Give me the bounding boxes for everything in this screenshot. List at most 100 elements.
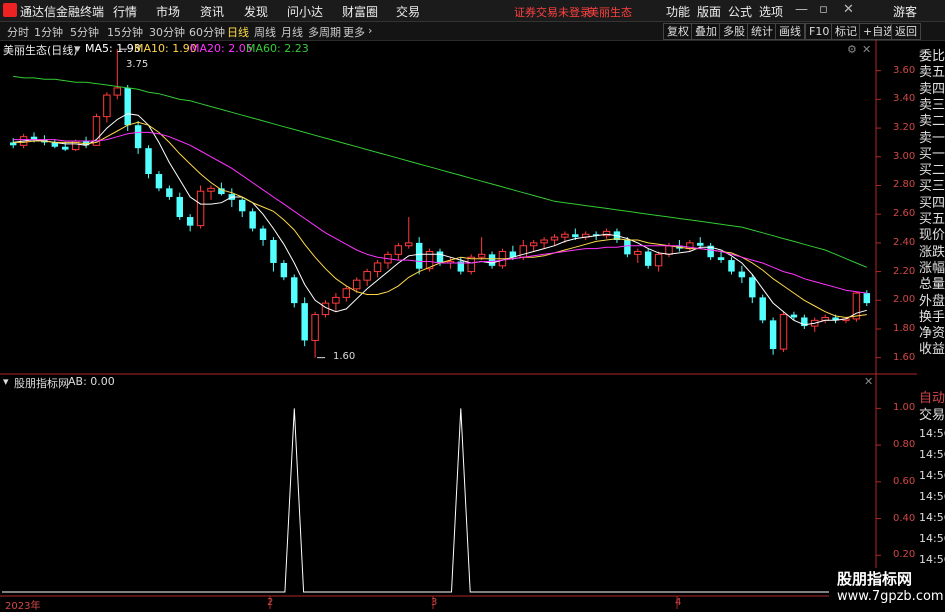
period-timeshare[interactable]: 分时	[7, 24, 29, 40]
date-label-2023: 2023年	[5, 601, 41, 612]
menu-wealth[interactable]: 财富圈	[342, 3, 378, 20]
candle-body	[238, 199, 246, 212]
candle-body	[769, 320, 777, 350]
candle-body	[654, 253, 663, 267]
kline-chart[interactable]	[0, 40, 945, 609]
mark-button[interactable]: 标记	[831, 23, 861, 40]
period-15min[interactable]: 15分钟	[107, 24, 143, 40]
high-price-label: 3.75	[126, 59, 149, 70]
menu-bar: 通达信金融终端 行情 市场 资讯 发现 问小达 财富圈 交易 证券交易未登录 美…	[0, 0, 945, 22]
menu-ask[interactable]: 问小达	[287, 3, 323, 20]
date-label-feb: 2	[267, 597, 274, 608]
candle-body	[759, 297, 766, 321]
period-multi[interactable]: 多周期	[308, 24, 341, 40]
current-stock: 美丽生态	[588, 6, 632, 19]
period-1min[interactable]: 1分钟	[34, 24, 63, 40]
menu-discover[interactable]: 发现	[244, 3, 268, 20]
legend-ma5: MA5: 1.93	[85, 42, 141, 55]
candle-body	[103, 94, 111, 118]
menu-options[interactable]: 选项	[759, 3, 783, 20]
candle-body	[749, 277, 756, 298]
period-more[interactable]: 更多	[343, 24, 365, 40]
period-30min[interactable]: 30分钟	[149, 24, 185, 40]
period-5min[interactable]: 5分钟	[70, 24, 99, 40]
menu-formula[interactable]: 公式	[728, 3, 752, 20]
candle-body	[332, 296, 340, 304]
menu-news[interactable]: 资讯	[200, 3, 224, 20]
quote-field-18: 收益	[919, 342, 945, 358]
back-button[interactable]: 返回	[891, 23, 921, 40]
candle-body	[186, 217, 194, 226]
multi-stock-button[interactable]: 多股	[719, 23, 749, 40]
maximize-icon[interactable]: ▫	[819, 2, 828, 17]
app-logo-icon	[3, 3, 17, 17]
period-bar: 分时 1分钟 5分钟 15分钟 30分钟 60分钟 日线 周线 月线 多周期 更…	[0, 22, 945, 41]
chart-title: 美丽生态(日线)	[3, 44, 78, 57]
tick-time: 14:56	[919, 490, 945, 503]
draw-button[interactable]: 画线	[775, 23, 805, 40]
candle-body	[166, 188, 173, 197]
price-tick: 2.40	[893, 236, 916, 248]
candle-body	[352, 279, 361, 290]
indicator-name: 股朋指标网	[14, 377, 69, 390]
chart-close-icon[interactable]: ✕	[862, 43, 871, 56]
candle-body	[790, 314, 798, 318]
minimize-icon[interactable]: —	[795, 2, 808, 17]
ma-line-ma20	[13, 131, 867, 294]
candle-body	[477, 253, 486, 258]
candle-body	[373, 262, 382, 273]
stats-button[interactable]: 统计	[747, 23, 777, 40]
candle-body	[540, 239, 548, 244]
period-daily[interactable]: 日线	[227, 24, 249, 40]
period-monthly[interactable]: 月线	[281, 24, 303, 40]
close-icon[interactable]: ✕	[843, 2, 854, 17]
tick-time: 14:56	[919, 553, 945, 566]
candle-body	[394, 245, 403, 255]
ma-toggle-icon[interactable]: ▾	[75, 42, 81, 55]
price-tick: 3.40	[893, 93, 916, 105]
period-60min[interactable]: 60分钟	[189, 24, 225, 40]
menu-layout[interactable]: 版面	[697, 3, 721, 20]
tick-time: 14:56	[919, 469, 945, 482]
candle-body	[550, 236, 559, 241]
legend-ma60: MA60: 2.23	[246, 42, 309, 55]
watermark-title: 股朋指标网	[837, 570, 913, 588]
candle-body	[644, 251, 652, 266]
overlay-button[interactable]: 叠加	[691, 23, 721, 40]
guest-login[interactable]: 游客	[893, 3, 917, 20]
indicator-close-icon[interactable]: ✕	[864, 375, 873, 388]
period-weekly[interactable]: 周线	[254, 24, 276, 40]
candle-body	[529, 242, 538, 247]
tick-time: 14:56	[919, 511, 945, 524]
quote-panel: 委比 卖五 卖四 卖三 卖二 卖一 买一 买二 买三 买四 买五 现价 涨跌 涨幅 总量 外盘 换手 净资 收益 自…	[917, 42, 945, 609]
adjust-button[interactable]: 复权	[663, 23, 693, 40]
chevron-right-icon[interactable]: ›	[368, 24, 372, 37]
tick-time: 14:56	[919, 532, 945, 545]
indicator-toggle-icon[interactable]: ▾	[3, 375, 9, 388]
candle-body	[728, 260, 735, 272]
f10-button[interactable]: F10	[805, 23, 834, 40]
indicator-tick: 0.80	[893, 439, 916, 451]
ma-line-ma60	[13, 75, 867, 268]
watermark-url: www.7gpzb.com	[837, 589, 944, 604]
candle-body	[405, 242, 413, 247]
candle-body	[436, 251, 444, 263]
candle-body	[113, 87, 122, 96]
indicator-tick: 0.60	[893, 475, 916, 487]
price-tick: 2.00	[893, 294, 916, 306]
trade-label[interactable]: 交易	[919, 404, 945, 423]
chart-settings-icon[interactable]: ⚙	[847, 43, 857, 56]
menu-trade[interactable]: 交易	[396, 3, 420, 20]
price-tick: 1.60	[893, 351, 916, 363]
indicator-tick: 0.40	[893, 512, 916, 524]
candle-body	[259, 228, 267, 240]
menu-market[interactable]: 市场	[156, 3, 180, 20]
menu-function[interactable]: 功能	[666, 3, 690, 20]
candle-body	[249, 211, 256, 229]
candle-body	[124, 87, 131, 126]
price-tick: 3.60	[893, 64, 916, 76]
price-tick: 3.00	[893, 150, 916, 162]
tick-time: 14:56	[919, 448, 945, 461]
candle-body	[280, 262, 288, 278]
menu-quotes[interactable]: 行情	[113, 3, 137, 20]
